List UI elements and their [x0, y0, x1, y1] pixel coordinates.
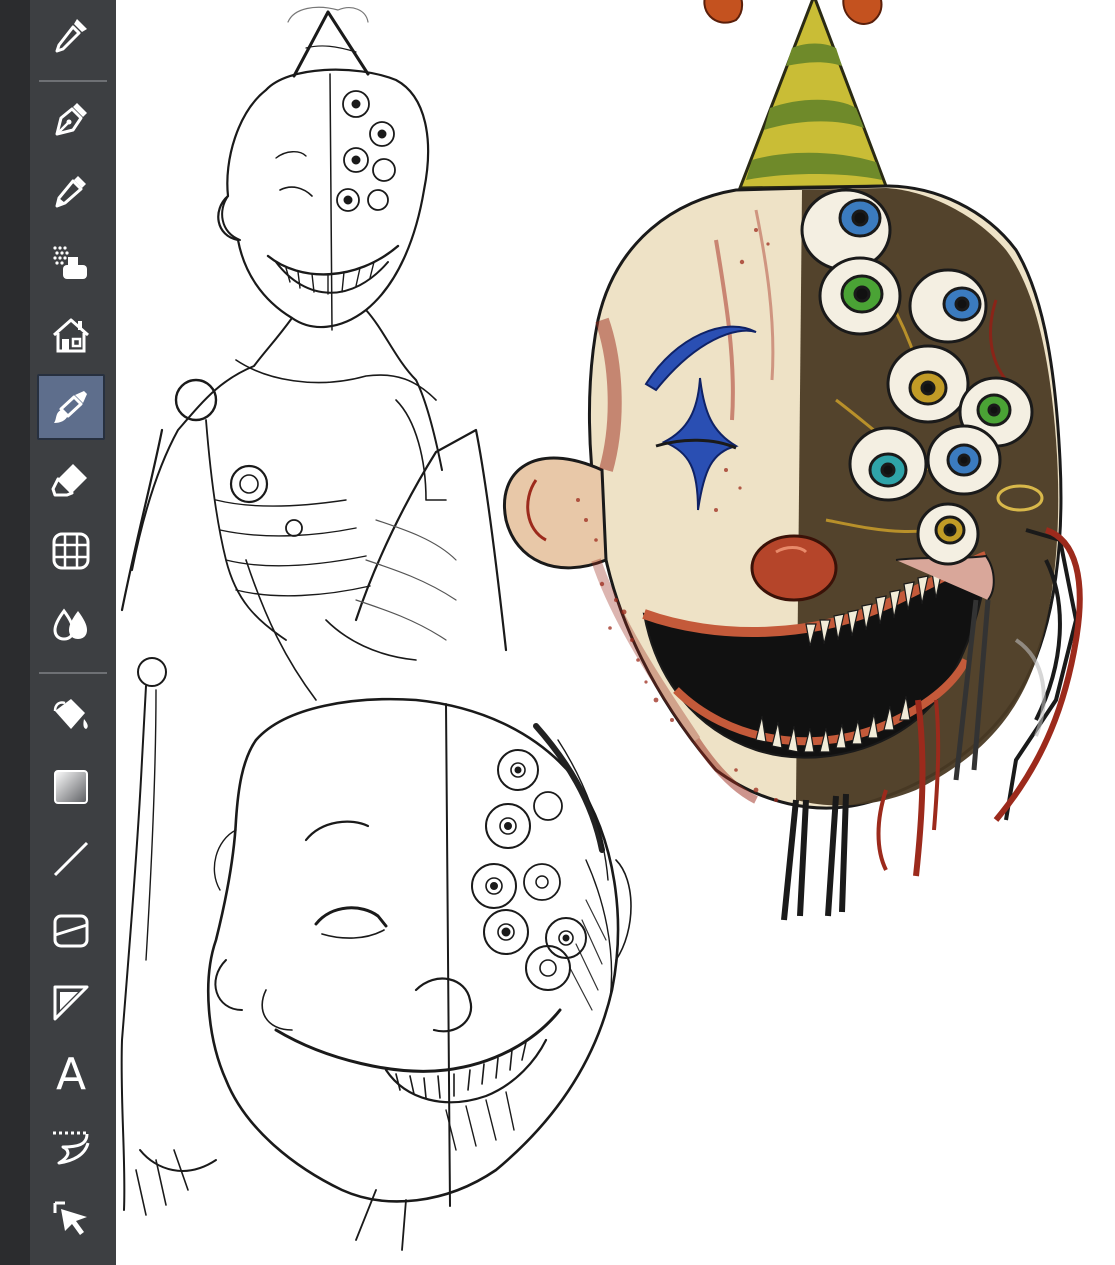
ruler-tool[interactable] — [37, 970, 105, 1036]
figure-tool[interactable] — [37, 518, 105, 584]
eraser-icon — [51, 464, 87, 497]
grid-figure-icon — [52, 532, 90, 570]
airbrush-tool[interactable] — [37, 230, 105, 296]
window-edge — [0, 0, 30, 1265]
blend-drops-icon — [53, 608, 87, 641]
eyedropper-icon — [55, 19, 87, 53]
line-tool[interactable] — [37, 826, 105, 892]
eyedropper-tool[interactable] — [37, 2, 105, 68]
pen-nib-icon — [55, 103, 87, 136]
airbrush-icon — [53, 246, 87, 279]
fill-tool[interactable] — [37, 682, 105, 748]
frame-border-tool[interactable] — [37, 898, 105, 964]
text-icon: A — [55, 1049, 87, 1100]
pencil-tool[interactable] — [37, 158, 105, 224]
toolbar-divider — [39, 80, 107, 82]
line-icon — [53, 841, 89, 877]
gradient-icon — [54, 770, 88, 804]
operation-tool[interactable] — [37, 1186, 105, 1252]
object-select-icon — [53, 1201, 87, 1235]
text-tool[interactable]: A — [37, 1042, 105, 1108]
toolbar-divider — [39, 672, 107, 674]
pen-tool[interactable] — [37, 86, 105, 152]
eraser-tool[interactable] — [37, 446, 105, 512]
brush-tool[interactable] — [37, 374, 105, 440]
decoration-tool[interactable] — [37, 302, 105, 368]
frame-border-icon — [53, 914, 89, 948]
balloon-tool[interactable] — [37, 1114, 105, 1180]
pencil-icon — [55, 176, 86, 208]
drawing-canvas[interactable] — [116, 0, 1115, 1265]
house-decoration-icon — [53, 318, 89, 353]
paint-bucket-icon — [53, 699, 88, 729]
tool-palette: A — [30, 0, 116, 1265]
clown-sketch-head — [206, 697, 632, 1251]
gradient-tool[interactable] — [37, 754, 105, 820]
brush-icon — [54, 391, 87, 423]
balloon-icon — [53, 1131, 90, 1165]
blend-tool[interactable] — [37, 590, 105, 656]
ruler-icon — [53, 985, 89, 1021]
clown-head-colored — [503, 0, 1083, 921]
